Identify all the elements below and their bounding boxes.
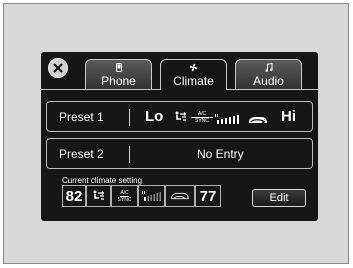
current-ac-sync: A/C SYNC xyxy=(111,185,138,207)
preset-2-value: No Entry xyxy=(197,147,244,161)
preset-2-divider xyxy=(129,146,130,163)
preset-2-row[interactable]: Preset 2 No Entry xyxy=(46,138,313,169)
edit-button[interactable]: Edit xyxy=(252,189,306,207)
tab-climate-label: Climate xyxy=(173,74,214,88)
preset-1-sync-label: SYNC xyxy=(195,118,209,124)
current-passenger-temp: 77 xyxy=(195,185,221,207)
fan-speed-icon xyxy=(215,111,241,129)
tab-phone[interactable]: Phone xyxy=(85,59,152,89)
current-sync-label: SYNC xyxy=(117,196,132,203)
preset-1-driver-temp: Lo xyxy=(145,108,164,125)
air-flow-icon xyxy=(174,110,187,128)
current-fan-speed xyxy=(138,185,165,207)
close-button[interactable] xyxy=(48,58,68,78)
tab-audio[interactable]: Audio xyxy=(235,59,302,89)
recirculation-icon xyxy=(247,112,269,130)
current-driver-temp: 82 xyxy=(62,185,86,207)
current-air-flow xyxy=(86,185,111,207)
preset-1-passenger-temp: Hi xyxy=(281,108,296,125)
tab-phone-label: Phone xyxy=(101,74,136,88)
preset-1-label: Preset 1 xyxy=(59,110,104,124)
tab-climate[interactable]: Climate xyxy=(160,59,227,90)
current-recirculation xyxy=(165,185,195,207)
preset-1-ac-label: A/C xyxy=(191,111,213,118)
tab-audio-label: Audio xyxy=(253,74,284,88)
preset-1-divider xyxy=(129,109,130,126)
figure-frame: Phone Climate Audio Preset 1 Lo A/C SYNC… xyxy=(3,3,349,264)
recirculation-icon xyxy=(171,192,189,200)
close-icon xyxy=(53,63,63,73)
climate-screen: Phone Climate Audio Preset 1 Lo A/C SYNC… xyxy=(41,52,318,221)
fan-speed-icon xyxy=(141,191,161,201)
current-ac-label: A/C xyxy=(120,189,129,197)
preset-1-row[interactable]: Preset 1 Lo A/C SYNC Hi xyxy=(46,101,313,132)
preset-1-ac-sync: A/C SYNC xyxy=(191,111,213,124)
preset-2-label: Preset 2 xyxy=(59,147,104,161)
air-flow-icon xyxy=(93,190,105,200)
current-setting-label: Current climate setting xyxy=(62,176,143,185)
